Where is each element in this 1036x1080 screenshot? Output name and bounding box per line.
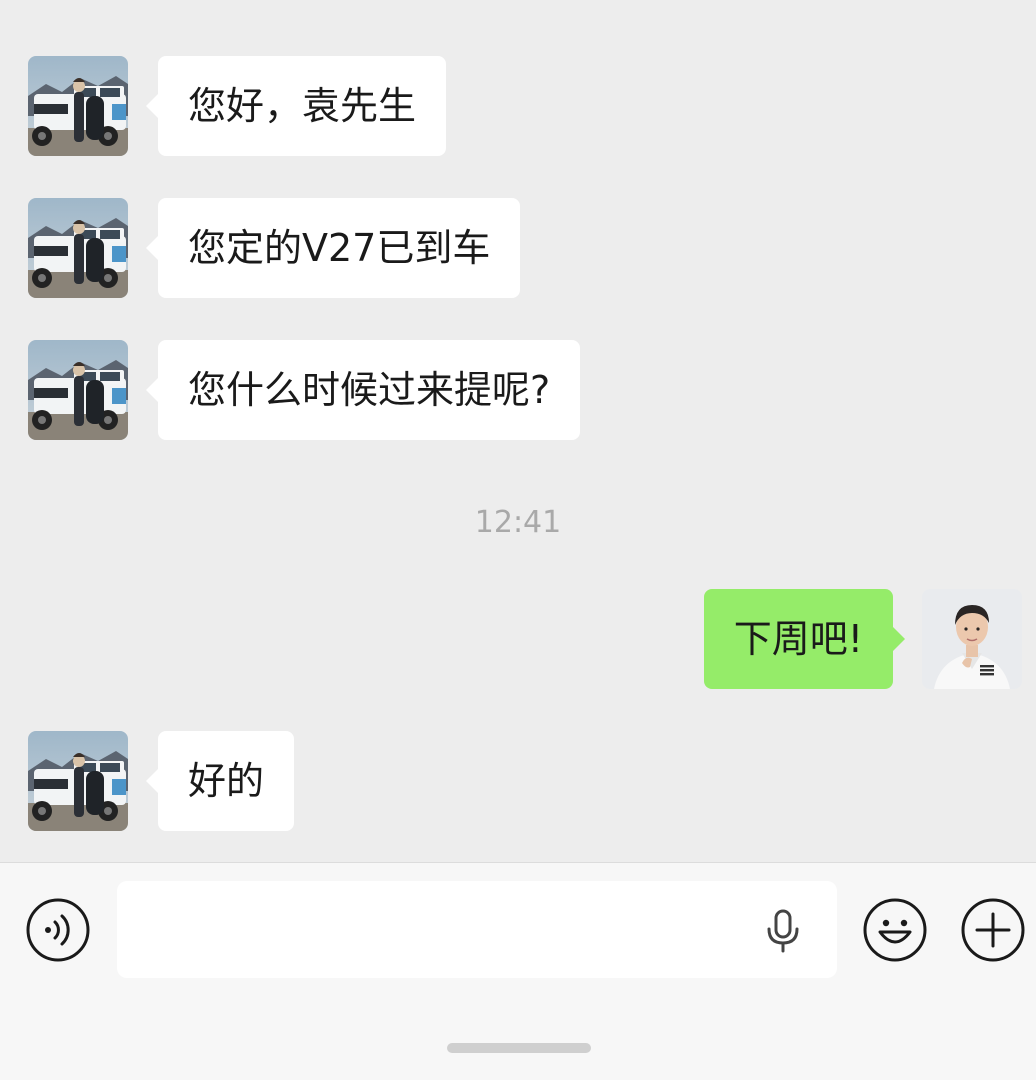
message-bubble-incoming[interactable]: 您定的V27已到车 (145, 198, 521, 298)
message-input[interactable] (117, 881, 837, 978)
message-bubble-incoming[interactable]: 您好，袁先生 (145, 56, 447, 156)
message-row-incoming: 您好，袁先生 (0, 56, 1036, 156)
message-bubble-outgoing[interactable]: 下周吧! (703, 589, 906, 689)
message-composer (0, 862, 1036, 1080)
contact-avatar[interactable] (28, 340, 128, 440)
timestamp-top (0, 0, 1036, 14)
message-row-incoming: 您定的V27已到车 (0, 198, 1036, 298)
message-row-incoming: 您什么时候过来提呢? (0, 340, 1036, 440)
home-indicator (447, 1043, 591, 1053)
message-row-incoming: 好的 (0, 731, 1036, 831)
contact-avatar[interactable] (28, 56, 128, 156)
microphone-icon[interactable] (763, 909, 803, 953)
emoji-icon (863, 898, 927, 962)
more-options-button[interactable] (961, 898, 1025, 962)
contact-avatar[interactable] (28, 198, 128, 298)
voice-toggle-button[interactable] (26, 898, 90, 962)
voice-icon (26, 898, 90, 962)
emoji-button[interactable] (863, 898, 927, 962)
plus-icon (961, 898, 1025, 962)
message-bubble-incoming[interactable]: 您什么时候过来提呢? (145, 340, 581, 440)
message-bubble-incoming[interactable]: 好的 (145, 731, 295, 831)
chat-message-list[interactable]: 您好，袁先生 您定的V27已到车 您什么时候过来提呢? 12:41 下周吧! 好… (0, 0, 1036, 862)
timestamp-divider: 12:41 (474, 505, 562, 540)
my-avatar[interactable] (922, 589, 1022, 689)
message-row-outgoing: 下周吧! (0, 589, 1036, 689)
contact-avatar[interactable] (28, 731, 128, 831)
